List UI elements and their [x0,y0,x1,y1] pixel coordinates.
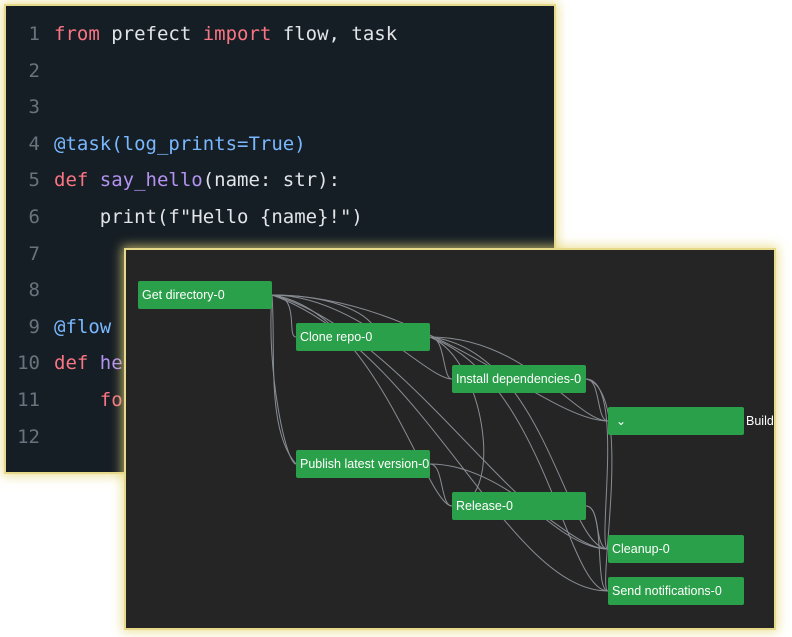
line-number: 7 [28,242,40,265]
line-number: 2 [28,59,40,82]
flow-graph-panel: Get directory-0 Clone repo-0 Install dep… [126,250,774,628]
line-number: 12 [17,425,40,448]
node-publish-latest-version[interactable]: Publish latest version-0 [296,450,430,478]
line-number: 5 [28,169,40,192]
code-text: def say_hello(name: str): [54,169,341,192]
node-build-group[interactable]: ⌄ [608,407,744,435]
node-release[interactable]: Release-0 [452,492,586,520]
line-number: 11 [17,389,40,411]
code-text: @task(log_prints=True) [54,132,306,155]
line-number: 6 [28,206,40,228]
line-number: 1 [28,23,40,45]
code-text: from prefect import flow, task [54,23,398,45]
code-text: def he [54,352,123,375]
line-number: 4 [28,132,40,155]
code-text: fo [99,389,123,411]
node-send-notifications[interactable]: Send notifications-0 [608,577,744,605]
node-get-directory[interactable]: Get directory-0 [138,281,272,309]
chevron-down-icon[interactable]: ⌄ [612,414,626,428]
code-text: print(f"Hello {name}!") [54,206,363,228]
build-group-label: Build [746,414,774,428]
code-text: @flow [54,315,112,338]
line-number: 8 [28,279,40,302]
node-cleanup[interactable]: Cleanup-0 [608,535,744,563]
line-number: 9 [28,315,40,338]
line-number: 3 [28,96,40,119]
node-install-dependencies[interactable]: Install dependencies-0 [452,365,586,393]
line-number: 10 [17,352,40,375]
node-clone-repo[interactable]: Clone repo-0 [296,323,430,351]
